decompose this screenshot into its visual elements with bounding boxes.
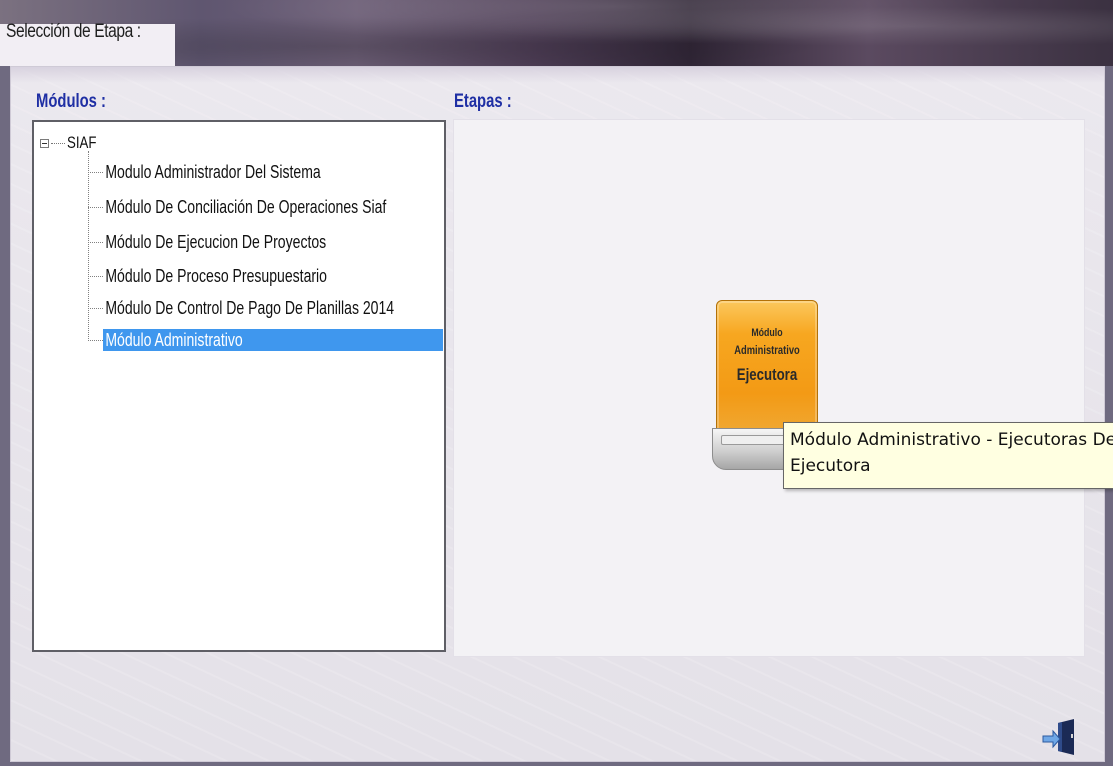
window-title: Selección de Etapa : (6, 21, 141, 42)
tree-item-proceso-presupuestario[interactable]: Módulo De Proceso Presupuestario (88, 265, 393, 287)
stage-tile-line3: Ejecutora (736, 365, 798, 384)
tree-connector (88, 171, 103, 173)
tree-connector (88, 206, 103, 208)
tree-connector (88, 275, 103, 277)
tree-item-administrativo[interactable]: Módulo Administrativo (88, 329, 443, 351)
tree-item-ejecucion-proyectos[interactable]: Módulo De Ejecucion De Proyectos (88, 231, 392, 253)
tree-item-label: Módulo De Proceso Presupuestario (105, 265, 327, 286)
tree-connector (88, 339, 103, 341)
stage-tile-line2: Administrativo (734, 343, 800, 357)
tooltip-line2: Ejecutora (790, 456, 871, 476)
collapse-icon[interactable] (40, 138, 49, 148)
tree-item-conciliacion-operaciones[interactable]: Módulo De Conciliación De Operaciones Si… (88, 196, 469, 218)
tree-item-label: Módulo De Conciliación De Operaciones Si… (105, 196, 387, 217)
tree-item-label: Modulo Administrador Del Sistema (105, 161, 321, 182)
tree-item-label: Módulo De Ejecucion De Proyectos (105, 231, 327, 252)
exit-button[interactable] (1040, 717, 1080, 757)
stage-tooltip: Módulo Administrativo - Ejecutoras Del G… (783, 422, 1113, 489)
tree-item-label: Módulo De Control De Pago De Planillas 2… (105, 297, 395, 318)
stages-label: Etapas : (454, 91, 512, 112)
tree-item-label: Módulo Administrativo (105, 329, 243, 350)
modules-label: Módulos : (36, 91, 106, 112)
stage-tile-line1: Módulo (751, 327, 783, 339)
tree-item-administrador-sistema[interactable]: Modulo Administrador Del Sistema (88, 161, 385, 183)
exit-door-icon (1042, 719, 1074, 755)
tree-root-siaf[interactable]: SIAF (40, 133, 105, 153)
tree-connector (88, 241, 103, 243)
tooltip-line1: Módulo Administrativo - Ejecutoras Del G… (790, 430, 1113, 450)
stage-tile-face: Módulo Administrativo Ejecutora (716, 300, 818, 434)
tree-item-control-pago-planillas[interactable]: Módulo De Control De Pago De Planillas 2… (88, 297, 479, 319)
tree-root-label: SIAF (67, 133, 97, 152)
tree-connector (88, 307, 103, 309)
tree-connector (51, 142, 65, 144)
